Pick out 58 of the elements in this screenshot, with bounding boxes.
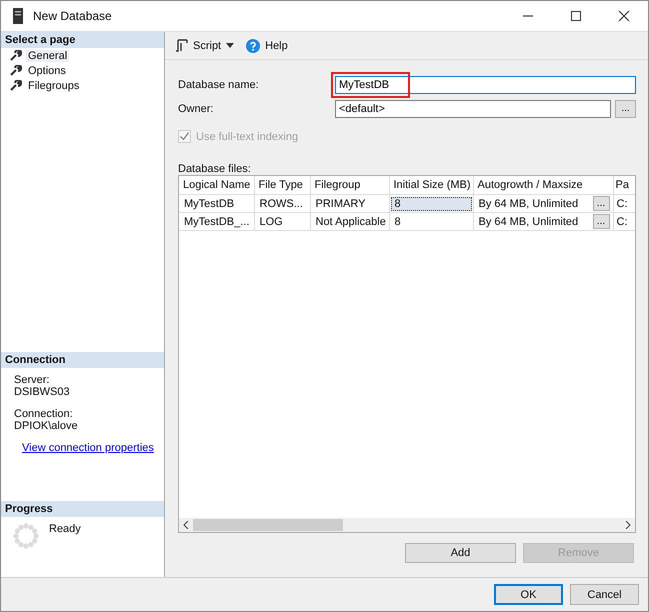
scroll-right-icon[interactable] [625,521,631,529]
server-name: DSIBWS03 [14,386,71,398]
database-name-label: Database name: [178,78,260,90]
help-button[interactable]: Help [244,36,290,54]
horizontal-scrollbar[interactable] [179,518,635,532]
column-header[interactable]: Pa [613,176,635,194]
column-header[interactable]: Initial Size (MB) [389,176,473,194]
dialog-button[interactable]: Cancel [570,584,639,605]
section-header: Progress [1,501,164,517]
grid-action-button[interactable]: Add [405,543,516,563]
database-files-label: Database files: [178,163,252,175]
column-header[interactable]: File Type [254,176,310,194]
table-cell-text: C: [616,214,628,228]
table-cell-text: PRIMARY [314,196,366,210]
owner-field[interactable]: <default> [335,100,611,118]
scroll-left-icon[interactable] [183,521,189,529]
table-cell: 8 [390,196,472,210]
database-name-field[interactable]: MyTestDB [335,76,636,94]
table-cell-text: LOG [258,214,284,228]
wrench-icon [10,80,22,91]
dialog-button[interactable]: OK [494,584,563,605]
wrench-icon [10,65,22,76]
table-cell-text: ROWS... [258,196,304,210]
table-cell: By 64 MB, Unlimited [478,198,578,210]
table-cell-text: MyTestDB [183,196,236,210]
section-header: Connection [1,352,164,368]
fulltext-label: Use full-text indexing [196,130,298,142]
column-header[interactable]: Autogrowth / Maxsize [473,176,613,194]
close-icon[interactable] [618,10,630,22]
page-item[interactable]: Options [26,64,68,76]
table-cell: By 64 MB, Unlimited [478,216,578,228]
connection-label: Connection: [14,408,74,420]
caret-icon [226,43,234,48]
table-cell-text: MyTestDB_... [183,214,250,228]
page-item[interactable]: Filegroups [26,80,82,92]
progress-status: Ready [49,523,81,535]
wrench-icon [10,50,22,61]
section-header: Select a page [1,32,164,48]
browse-button[interactable]: ... [615,100,636,118]
browse-button[interactable]: ... [592,214,610,229]
table-cell-text: C: [616,196,628,210]
maximize-icon[interactable] [570,10,582,22]
column-header[interactable]: Logical Name [179,176,254,194]
table-cell-text: Not Applicable [314,214,387,228]
browse-button[interactable]: ... [592,196,610,211]
window-title: New Database [33,9,112,23]
owner-label: Owner: [178,102,214,114]
column-header[interactable]: Filegroup [310,176,389,194]
script-button[interactable]: Script [173,37,236,54]
server-label: Server: [14,374,50,386]
help-icon [246,38,260,52]
table-cell-text: 8 [394,214,402,228]
script-icon [175,39,188,52]
connection-properties-link[interactable]: View connection properties [22,442,154,454]
spinner-icon [13,523,39,549]
connection-user: DPIOK\alove [14,420,79,432]
page-item[interactable]: General [26,50,70,62]
server-icon [13,8,23,24]
